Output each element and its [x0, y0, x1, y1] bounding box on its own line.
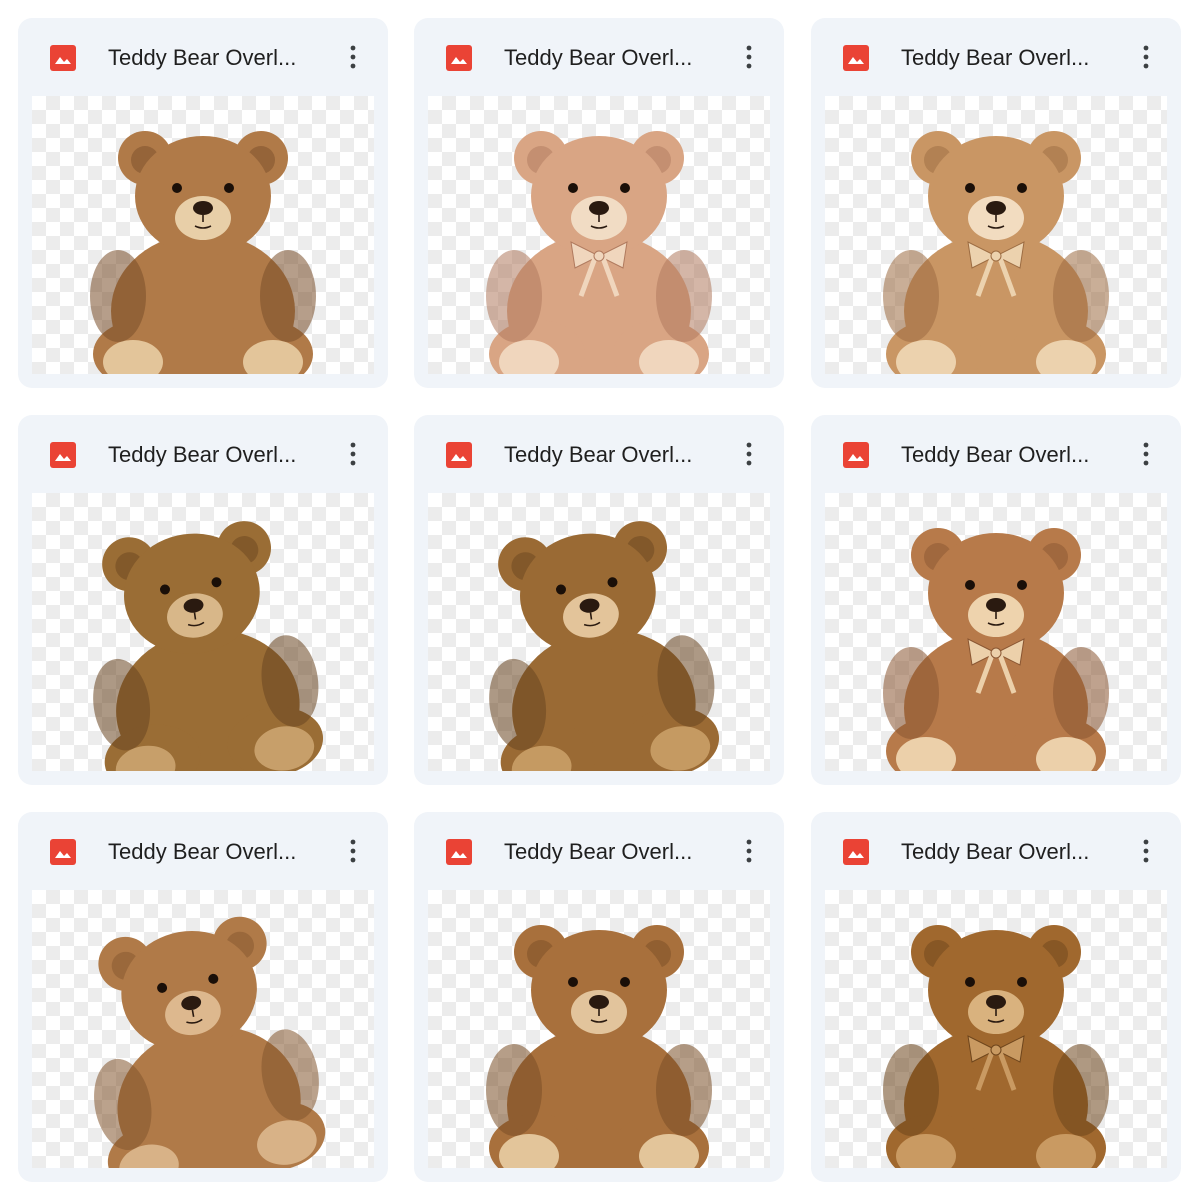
image-file-icon — [50, 45, 76, 71]
image-file-icon — [843, 442, 869, 468]
file-card-header: Teddy Bear Overl... — [18, 415, 388, 493]
more-vertical-icon — [1143, 45, 1149, 69]
file-thumbnail[interactable] — [428, 96, 770, 374]
teddy-bear-image — [486, 925, 712, 1168]
file-thumbnail[interactable] — [825, 493, 1167, 771]
file-thumbnail[interactable] — [428, 890, 770, 1168]
file-card-header: Teddy Bear Overl... — [414, 18, 784, 96]
image-file-icon — [50, 839, 76, 865]
image-file-icon — [446, 839, 472, 865]
file-card[interactable]: Teddy Bear Overl... — [18, 415, 388, 785]
more-options-button[interactable] — [734, 437, 764, 471]
image-file-icon — [843, 839, 869, 865]
file-card[interactable]: Teddy Bear Overl... — [414, 18, 784, 388]
file-card-header: Teddy Bear Overl... — [811, 812, 1181, 890]
file-name[interactable]: Teddy Bear Overl... — [901, 441, 1116, 469]
teddy-bear-image — [94, 916, 326, 1168]
file-thumbnail[interactable] — [32, 493, 374, 771]
image-file-icon — [50, 442, 76, 468]
file-card[interactable]: Teddy Bear Overl... — [811, 18, 1181, 388]
file-name[interactable]: Teddy Bear Overl... — [901, 44, 1116, 72]
file-grid: Teddy Bear Overl... Teddy Bear Overl... Te… — [0, 0, 1198, 1200]
file-thumbnail[interactable] — [825, 96, 1167, 374]
file-thumbnail[interactable] — [32, 96, 374, 374]
file-card-header: Teddy Bear Overl... — [811, 18, 1181, 96]
more-options-button[interactable] — [1131, 437, 1161, 471]
file-card-header: Teddy Bear Overl... — [414, 415, 784, 493]
more-options-button[interactable] — [734, 40, 764, 74]
more-vertical-icon — [1143, 839, 1149, 863]
more-options-button[interactable] — [1131, 834, 1161, 868]
file-card[interactable]: Teddy Bear Overl... — [414, 812, 784, 1182]
file-card[interactable]: Teddy Bear Overl... — [18, 18, 388, 388]
more-vertical-icon — [746, 839, 752, 863]
teddy-bear-image — [486, 131, 712, 374]
more-vertical-icon — [350, 839, 356, 863]
file-name[interactable]: Teddy Bear Overl... — [108, 441, 323, 469]
file-card[interactable]: Teddy Bear Overl... — [811, 415, 1181, 785]
image-file-icon — [843, 45, 869, 71]
teddy-bear-image — [90, 131, 316, 374]
more-options-button[interactable] — [338, 40, 368, 74]
teddy-bear-image — [93, 521, 324, 771]
file-name[interactable]: Teddy Bear Overl... — [504, 441, 719, 469]
file-name[interactable]: Teddy Bear Overl... — [504, 838, 719, 866]
file-name[interactable]: Teddy Bear Overl... — [108, 838, 323, 866]
file-name[interactable]: Teddy Bear Overl... — [108, 44, 323, 72]
file-card-header: Teddy Bear Overl... — [414, 812, 784, 890]
file-card-header: Teddy Bear Overl... — [18, 812, 388, 890]
teddy-bear-image — [883, 925, 1109, 1168]
image-file-icon — [446, 45, 472, 71]
file-thumbnail[interactable] — [825, 890, 1167, 1168]
file-card-header: Teddy Bear Overl... — [811, 415, 1181, 493]
more-options-button[interactable] — [1131, 40, 1161, 74]
file-card-header: Teddy Bear Overl... — [18, 18, 388, 96]
more-vertical-icon — [1143, 442, 1149, 466]
more-vertical-icon — [746, 45, 752, 69]
more-vertical-icon — [746, 442, 752, 466]
file-name[interactable]: Teddy Bear Overl... — [901, 838, 1116, 866]
image-file-icon — [446, 442, 472, 468]
more-vertical-icon — [350, 442, 356, 466]
more-options-button[interactable] — [338, 834, 368, 868]
more-options-button[interactable] — [338, 437, 368, 471]
more-vertical-icon — [350, 45, 356, 69]
file-thumbnail[interactable] — [428, 493, 770, 771]
file-card[interactable]: Teddy Bear Overl... — [18, 812, 388, 1182]
teddy-bear-image — [489, 521, 720, 771]
file-card[interactable]: Teddy Bear Overl... — [414, 415, 784, 785]
teddy-bear-image — [883, 528, 1109, 771]
file-card[interactable]: Teddy Bear Overl... — [811, 812, 1181, 1182]
file-name[interactable]: Teddy Bear Overl... — [504, 44, 719, 72]
teddy-bear-image — [883, 131, 1109, 374]
more-options-button[interactable] — [734, 834, 764, 868]
file-thumbnail[interactable] — [32, 890, 374, 1168]
